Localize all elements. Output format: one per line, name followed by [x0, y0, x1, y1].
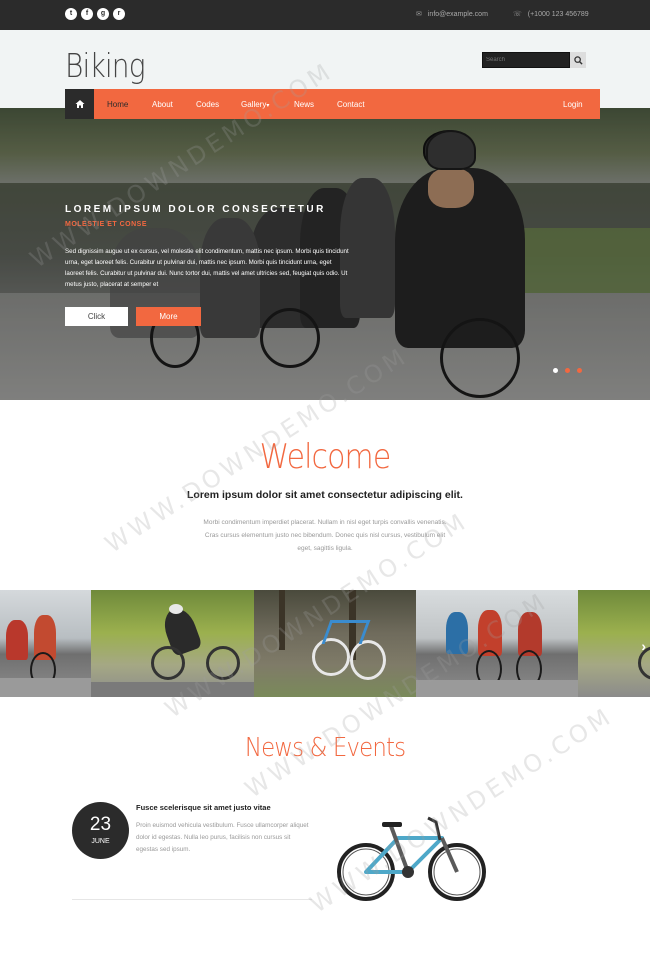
news-text: Proin euismod vehicula vestibulum. Fusce… [136, 822, 309, 853]
nav-contact[interactable]: Contact [337, 100, 365, 109]
home-icon [75, 100, 84, 108]
slider-dot[interactable] [565, 368, 570, 373]
nav-login[interactable]: Login [563, 100, 583, 109]
nav-codes[interactable]: Codes [196, 100, 219, 109]
hero-slider: LOREM IPSUM DOLOR CONSECTETUR MOLESTIE E… [0, 108, 650, 400]
email-contact[interactable]: ✉ info@example.com [416, 10, 488, 19]
googleplus-icon[interactable]: g [97, 8, 109, 20]
welcome-lead: Lorem ipsum dolor sit amet consectetur a… [187, 489, 463, 501]
gallery-next-arrow-icon[interactable]: › [641, 638, 646, 654]
gallery-image[interactable] [0, 590, 91, 697]
rss-icon[interactable]: r [113, 8, 125, 20]
news-headline[interactable]: Fusce scelerisque sit amet justo vitae [136, 803, 271, 812]
search-icon [573, 55, 583, 65]
welcome-title: Welcome [259, 437, 392, 477]
twitter-icon[interactable]: t [65, 8, 77, 20]
phone-icon: ☏ [513, 11, 522, 18]
home-button[interactable] [65, 89, 94, 119]
date-month: JUNE [91, 838, 110, 845]
search-form [482, 52, 586, 68]
slider-dot[interactable] [553, 368, 558, 373]
slider-dot[interactable] [577, 368, 582, 373]
more-button[interactable]: More [136, 307, 201, 326]
top-bar: t f g r ✉ info@example.com ☏ (+1000 123 … [0, 0, 650, 30]
slider-dots [553, 368, 582, 373]
site-logo[interactable]: Biking [65, 46, 146, 85]
date-day: 23 [89, 814, 112, 835]
divider [72, 899, 312, 900]
date-badge: 23 JUNE [72, 802, 129, 859]
phone-text: (+1000 123 456789 [527, 10, 589, 18]
phone-contact: ☏ (+1000 123 456789 [513, 10, 589, 19]
nav-home[interactable]: Home [107, 100, 128, 109]
nav-about[interactable]: About [152, 100, 173, 109]
social-links: t f g r [65, 8, 125, 20]
main-nav: Home About Codes Gallery▾ News Contact L… [65, 89, 600, 119]
search-button[interactable] [570, 52, 586, 68]
email-text[interactable]: info@example.com [428, 11, 488, 18]
facebook-icon[interactable]: f [81, 8, 93, 20]
gallery-image[interactable] [578, 590, 650, 697]
search-input[interactable] [482, 52, 570, 68]
hero-text: Sed dignissim augue ut ex cursus, vel mo… [65, 248, 349, 288]
click-button[interactable]: Click [65, 307, 128, 326]
envelope-icon: ✉ [416, 11, 422, 18]
